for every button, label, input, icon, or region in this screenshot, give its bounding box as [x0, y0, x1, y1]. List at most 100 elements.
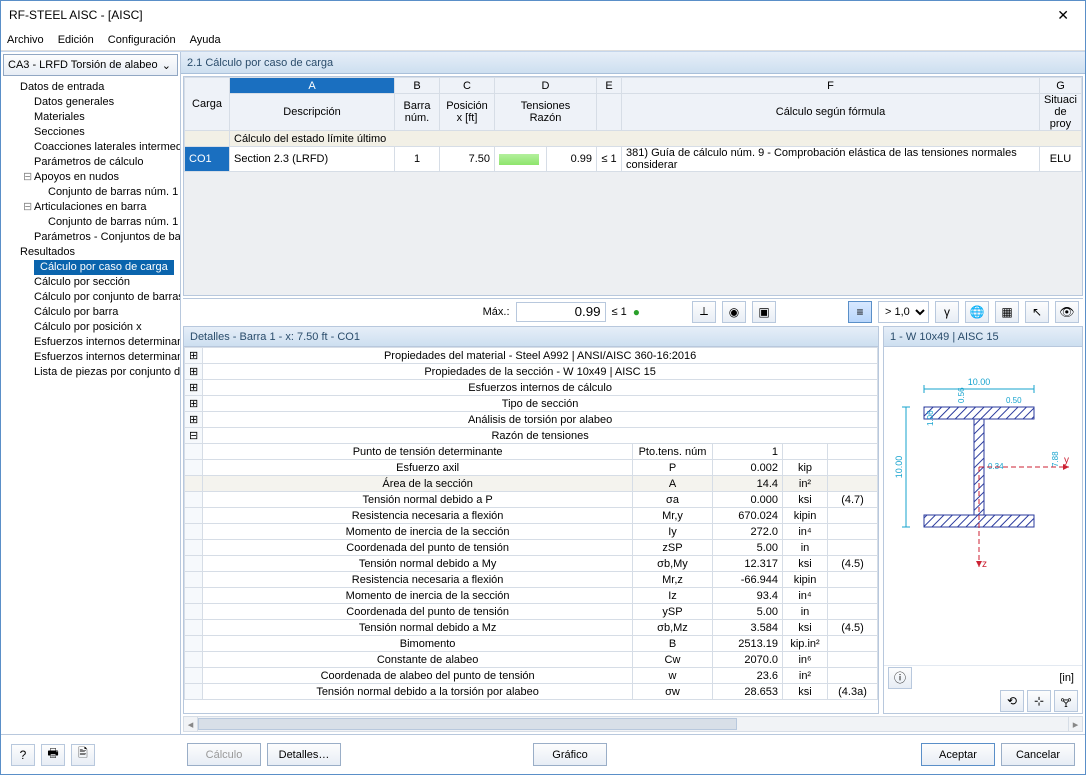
tree-node[interactable]: Coacciones laterales intermedias [1, 140, 180, 155]
scroll-right-icon[interactable]: ▸ [1068, 717, 1082, 731]
expand-icon[interactable]: ⊞ [185, 396, 203, 412]
tree-node[interactable]: Cálculo por posición x [1, 320, 180, 335]
tb-icon-1[interactable]: ⟂ [692, 301, 716, 323]
detail-row[interactable]: Resistencia necesaria a flexiónMr,y670.0… [185, 508, 878, 524]
detail-row[interactable]: BimomentoB2513.19kip.in² [185, 636, 878, 652]
tree-node[interactable]: Materiales [1, 110, 180, 125]
col-letter-d[interactable]: D [495, 78, 597, 94]
help-icon[interactable]: ? [11, 744, 35, 766]
check-icon: ● [633, 305, 640, 319]
tree-node[interactable]: Esfuerzos internos determinantes [1, 350, 180, 365]
tree-node[interactable]: ⊟Articulaciones en barra [1, 200, 180, 215]
tree-node[interactable]: Secciones [1, 125, 180, 140]
detail-row[interactable]: Punto de tensión determinantePto.tens. n… [185, 444, 878, 460]
view-icon-3[interactable]: 🝖 [1054, 690, 1078, 712]
detail-row[interactable]: Resistencia necesaria a flexiónMr,z-66.9… [185, 572, 878, 588]
detail-row[interactable]: Coordenada de alabeo del punto de tensió… [185, 668, 878, 684]
expand-icon[interactable]: ⊞ [185, 412, 203, 428]
sidebar: CA3 - LRFD Torsión de alabeo ⌄ Datos de … [1, 52, 181, 734]
col-letter-b[interactable]: B [395, 78, 440, 94]
scrollbar-thumb[interactable] [198, 718, 737, 730]
expand-icon[interactable]: ⊟ [185, 428, 203, 444]
col-letter-f[interactable]: F [622, 78, 1040, 94]
tree-node[interactable]: Datos de entrada [1, 80, 180, 95]
expand-icon[interactable]: ⊞ [185, 364, 203, 380]
table-row[interactable]: CO1 Section 2.3 (LRFD) 1 7.50 0.99 ≤ 1 3… [185, 147, 1082, 172]
eye-icon[interactable]: 👁 [1055, 301, 1079, 323]
svg-text:0.56: 0.56 [957, 387, 966, 403]
tree-node[interactable]: Cálculo por sección [1, 275, 180, 290]
menu-ayuda[interactable]: Ayuda [190, 34, 221, 46]
close-icon[interactable]: ✕ [1049, 7, 1077, 24]
menu-configuracion[interactable]: Configuración [108, 34, 176, 46]
tree-node[interactable]: Cálculo por barra [1, 305, 180, 320]
expand-icon[interactable]: ⊞ [185, 348, 203, 364]
tree-node[interactable]: Resultados [1, 245, 180, 260]
results-table[interactable]: Carga A B C D E F G Descripción Barranúm… [184, 77, 1082, 172]
detail-row[interactable]: Esfuerzo axilP0.002kip [185, 460, 878, 476]
app-window: RF-STEEL AISC - [AISC] ✕ Archivo Edición… [0, 0, 1086, 775]
print-icon[interactable]: 🖶 [41, 744, 65, 766]
tb-icon-6[interactable]: ↖ [1025, 301, 1049, 323]
menu-archivo[interactable]: Archivo [7, 34, 44, 46]
detail-row[interactable]: Momento de inercia de la secciónIy272.0i… [185, 524, 878, 540]
cancel-button[interactable]: Cancelar [1001, 743, 1075, 766]
detail-row[interactable]: Área de la secciónA14.4in² [185, 476, 878, 492]
detail-row[interactable]: Coordenada del punto de tensiónySP5.00in [185, 604, 878, 620]
detail-row[interactable]: Tensión normal debido a la torsión por a… [185, 684, 878, 700]
titlebar: RF-STEEL AISC - [AISC] ✕ [1, 1, 1085, 29]
tree-node[interactable]: Lista de piezas por conjunto de barras [1, 365, 180, 380]
detail-row[interactable]: Tensión normal debido a Myσb,My12.317ksi… [185, 556, 878, 572]
tree-node[interactable]: Parámetros - Conjuntos de barras [1, 230, 180, 245]
excel-export-icon[interactable]: ▦ [995, 301, 1019, 323]
tree-node[interactable]: Cálculo por caso de carga [1, 260, 180, 275]
case-selector[interactable]: CA3 - LRFD Torsión de alabeo ⌄ [3, 54, 178, 76]
horizontal-scrollbar[interactable]: ◂ ▸ [183, 716, 1083, 732]
tb-icon-2[interactable]: ◉ [722, 301, 746, 323]
detail-row[interactable]: Coordenada del punto de tensiónzSP5.00in [185, 540, 878, 556]
tb-icon-3[interactable]: ▣ [752, 301, 776, 323]
view-icon-2[interactable]: ⊹ [1027, 690, 1051, 712]
tree-node[interactable]: Conjunto de barras núm. 1 [1, 185, 180, 200]
export-icon[interactable]: 🖹 [71, 744, 95, 766]
tb-icon-5[interactable]: 🌐 [965, 301, 989, 323]
max-label: Máx.: [483, 306, 510, 318]
info-icon[interactable]: ⓘ [888, 667, 912, 689]
tree-node[interactable]: Conjunto de barras núm. 1 [1, 215, 180, 230]
max-value-input[interactable] [516, 302, 606, 322]
col-letter-c[interactable]: C [440, 78, 495, 94]
calc-button[interactable]: Cálculo [187, 743, 261, 766]
nav-tree: Datos de entradaDatos generalesMateriale… [1, 78, 180, 734]
group-row: Cálculo del estado límite último [185, 131, 1082, 147]
tree-node[interactable]: Esfuerzos internos determinantes [1, 335, 180, 350]
col-letter-a[interactable]: A [230, 78, 395, 94]
col-letter-g[interactable]: G [1039, 78, 1081, 94]
scroll-left-icon[interactable]: ◂ [184, 717, 198, 731]
graph-button[interactable]: Gráfico [533, 743, 607, 766]
tree-node[interactable]: ⊟Apoyos en nudos [1, 170, 180, 185]
filter-icon[interactable]: ≡ [848, 301, 872, 323]
menu-edicion[interactable]: Edición [58, 34, 94, 46]
scale-select[interactable]: > 1,0 [878, 301, 929, 323]
col-letter-e[interactable]: E [597, 78, 622, 94]
preview-title: 1 - W 10x49 | AISC 15 [884, 327, 1082, 347]
section-drawing[interactable]: 10.00 10.00 0.56 0.50 1.06 0.34 7.88 [884, 347, 1082, 665]
tree-node[interactable]: Datos generales [1, 95, 180, 110]
detail-row[interactable]: Momento de inercia de la secciónIz93.4in… [185, 588, 878, 604]
detail-row[interactable]: Tensión normal debido a Mzσb,Mz3.584ksi(… [185, 620, 878, 636]
svg-text:7.88: 7.88 [1051, 451, 1060, 467]
view-icon-1[interactable]: ⟲ [1000, 690, 1024, 712]
details-table[interactable]: ⊞Propiedades del material - Steel A992 |… [184, 347, 878, 700]
tree-node[interactable]: Parámetros de cálculo [1, 155, 180, 170]
tb-icon-4[interactable]: γ [935, 301, 959, 323]
expand-icon[interactable]: ⊞ [185, 380, 203, 396]
tree-node[interactable]: Cálculo por conjunto de barras [1, 290, 180, 305]
ok-button[interactable]: Aceptar [921, 743, 995, 766]
details-button[interactable]: Detalles… [267, 743, 341, 766]
detail-row[interactable]: Constante de alabeoCw2070.0in⁶ [185, 652, 878, 668]
svg-text:z: z [982, 559, 987, 570]
col-load[interactable]: Carga [185, 78, 230, 131]
window-title: RF-STEEL AISC - [AISC] [9, 8, 1049, 22]
detail-row[interactable]: Tensión normal debido a Pσa0.000ksi(4.7) [185, 492, 878, 508]
menubar: Archivo Edición Configuración Ayuda [1, 29, 1085, 51]
